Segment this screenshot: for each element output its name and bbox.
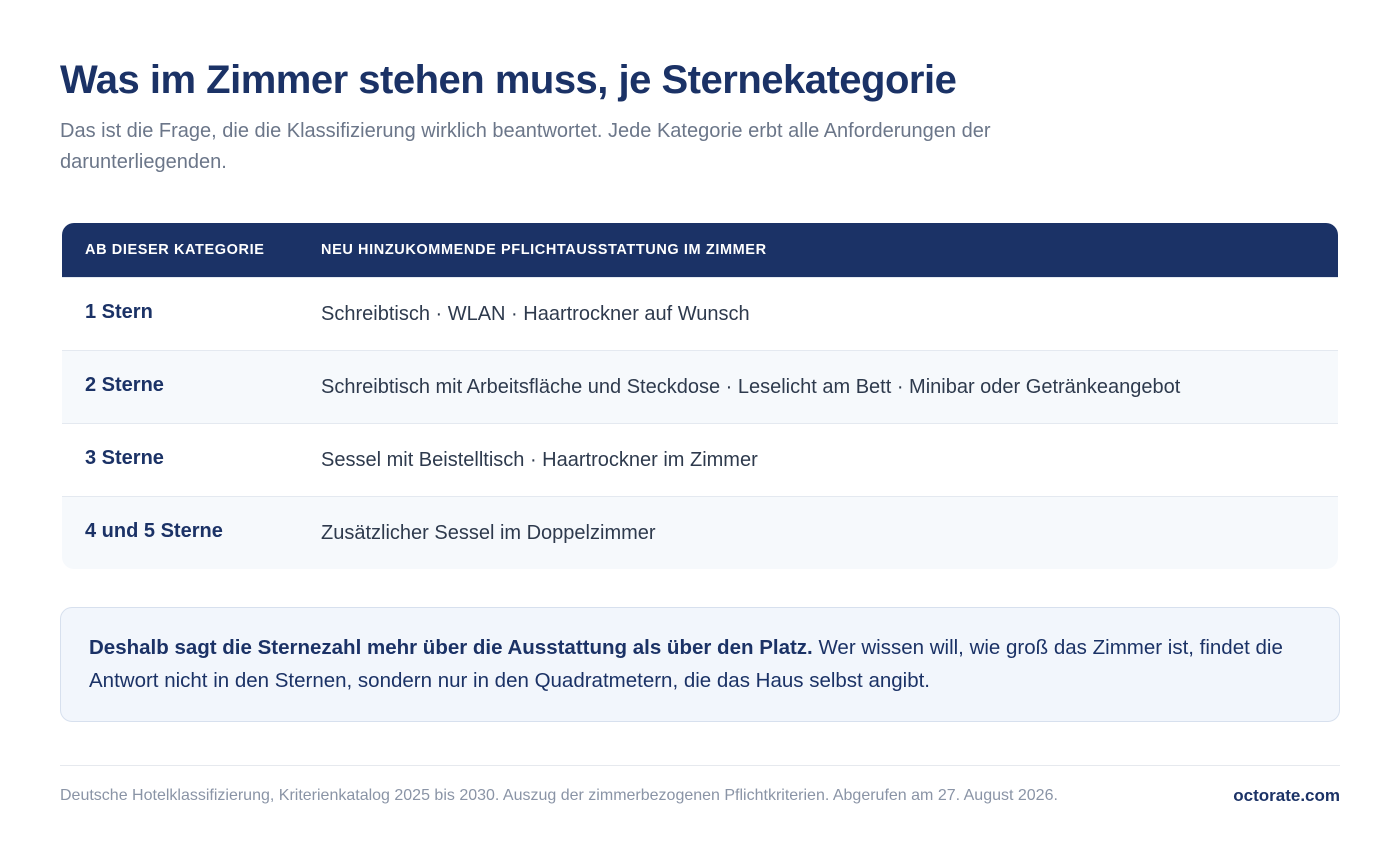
page: Was im Zimmer stehen muss, je Sternekate… (0, 0, 1400, 856)
table-row: 3 Sterne Sessel mit Beistelltisch · Haar… (62, 423, 1338, 496)
table-row: 1 Stern Schreibtisch · WLAN · Haartrockn… (62, 277, 1338, 350)
row-equipment: Schreibtisch · WLAN · Haartrockner auf W… (321, 302, 750, 325)
column-header-equipment: NEU HINZUKOMMENDE PFLICHTAUSSTATTUNG IM … (321, 242, 767, 258)
column-header-category: AB DIESER KATEGORIE (85, 242, 265, 258)
row-category: 1 Stern (85, 300, 153, 323)
row-equipment: Schreibtisch mit Arbeitsfläche und Steck… (321, 375, 1181, 398)
row-equipment: Sessel mit Beistelltisch · Haartrockner … (321, 448, 758, 471)
row-category: 3 Sterne (85, 446, 164, 469)
footer-divider (60, 765, 1340, 766)
brand-label: octorate.com (1233, 786, 1340, 805)
page-title: Was im Zimmer stehen muss, je Sternekate… (60, 58, 957, 102)
footer: Deutsche Hotelklassifizierung, Kriterien… (60, 786, 1340, 806)
row-equipment: Zusätzlicher Sessel im Doppelzimmer (321, 521, 656, 544)
callout-bold-text: Deshalb sagt die Sternezahl mehr über di… (89, 636, 813, 659)
source-note: Deutsche Hotelklassifizierung, Kriterien… (60, 787, 1058, 804)
requirements-table: AB DIESER KATEGORIE NEU HINZUKOMMENDE PF… (62, 223, 1338, 569)
row-category: 4 und 5 Sterne (85, 519, 223, 542)
table-header: AB DIESER KATEGORIE NEU HINZUKOMMENDE PF… (62, 223, 1338, 277)
callout-box: Deshalb sagt die Sternezahl mehr über di… (60, 607, 1340, 722)
table-row: 2 Sterne Schreibtisch mit Arbeitsfläche … (62, 350, 1338, 423)
page-subtitle: Das ist die Frage, die die Klassifizieru… (60, 120, 991, 173)
row-category: 2 Sterne (85, 373, 164, 396)
table-row: 4 und 5 Sterne Zusätzlicher Sessel im Do… (62, 496, 1338, 569)
